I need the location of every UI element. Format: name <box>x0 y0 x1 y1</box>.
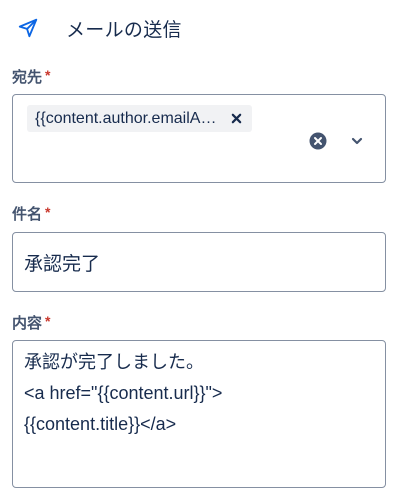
recipient-chip: {{content.author.emailA… <box>27 105 253 132</box>
recipient-label-text: 宛先 <box>12 69 43 86</box>
body-line: <a href="{{content.url}}"> <box>24 383 223 403</box>
send-email-panel: メールの送信 宛先 * {{content.author.emailA… 件名 … <box>0 0 400 501</box>
send-icon <box>16 16 40 40</box>
required-marker: * <box>45 203 51 220</box>
recipient-label: 宛先 * <box>12 66 50 87</box>
required-marker: * <box>45 312 51 329</box>
body-line: {{content.title}}</a> <box>24 414 177 434</box>
subject-input[interactable]: 承認完了 <box>12 232 386 292</box>
required-marker: * <box>45 66 51 83</box>
recipient-select[interactable]: {{content.author.emailA… <box>12 94 386 183</box>
body-label-text: 内容 <box>12 315 43 332</box>
body-line: 承認が完了しました。 <box>24 352 204 372</box>
subject-label-text: 件名 <box>12 206 43 223</box>
chevron-down-icon[interactable] <box>349 133 365 149</box>
remove-chip-icon[interactable] <box>230 113 242 125</box>
subject-value: 承認完了 <box>24 253 101 275</box>
page-title: メールの送信 <box>66 19 182 41</box>
body-label: 内容 * <box>12 312 50 333</box>
subject-label: 件名 * <box>12 203 50 224</box>
recipient-chip-label: {{content.author.emailA… <box>35 109 217 127</box>
panel-header: メールの送信 <box>16 14 182 42</box>
clear-selection-icon[interactable] <box>309 132 327 150</box>
body-textarea[interactable]: 承認が完了しました。 <a href="{{content.url}}"> {{… <box>12 340 386 488</box>
